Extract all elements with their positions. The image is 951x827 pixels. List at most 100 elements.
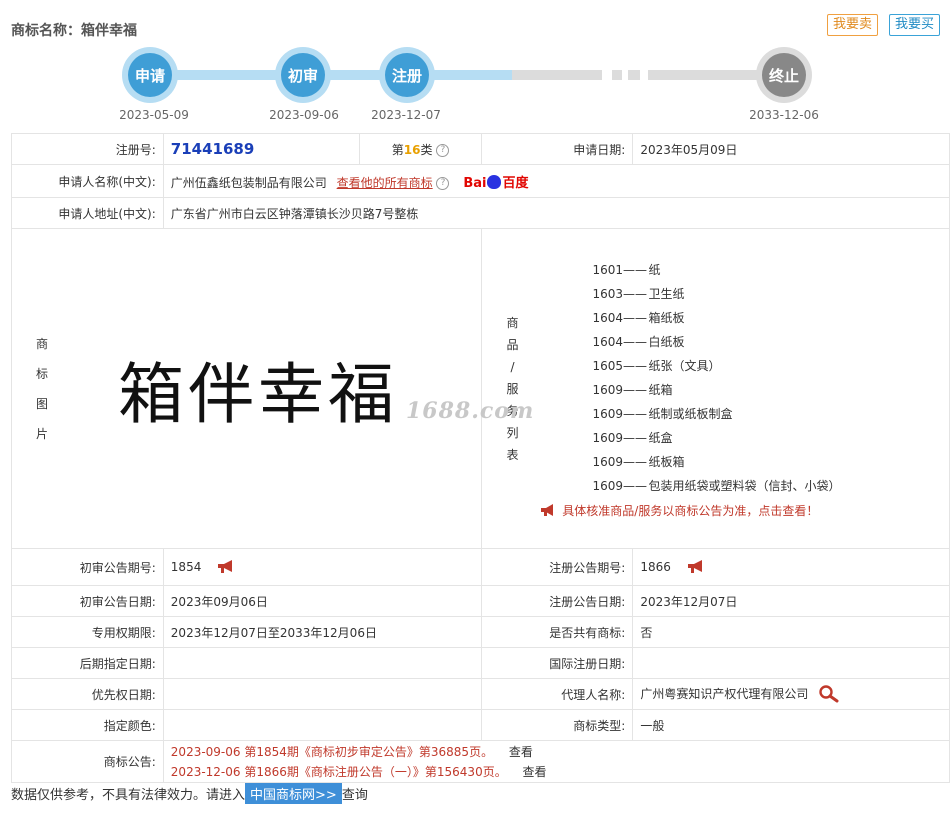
reg-pub-no-cell: 1866 <box>632 548 950 586</box>
priority-date-label: 优先权日期: <box>11 678 164 710</box>
timeline-date: 2033-12-06 <box>749 108 819 122</box>
apply-date-label: 申请日期: <box>481 133 634 165</box>
goods-item: 1604——箱纸板 <box>592 306 840 330</box>
goods-code: 1609—— <box>592 455 648 469</box>
goods-item: 1604——白纸板 <box>592 330 840 354</box>
goods-item: 1609——纸板箱 <box>592 450 840 474</box>
goods-item: 1605——纸张（文具） <box>592 354 840 378</box>
goods-name: 纸制或纸板制盒 <box>648 407 733 421</box>
goods-item: 1601——纸 <box>592 258 840 282</box>
logo-cell: 商 标 图 片 箱伴幸福 <box>10 228 483 549</box>
goods-code: 1601—— <box>592 263 648 277</box>
reg-no-cell: 71441689 <box>162 133 360 165</box>
exclusive-period: 2023年12月07日至2033年12月06日 <box>162 616 483 648</box>
color-value <box>162 709 483 741</box>
help-icon[interactable]: ? <box>436 176 450 190</box>
help-icon[interactable]: ? <box>436 143 450 157</box>
sell-button[interactable]: 我要卖 <box>827 14 879 36</box>
footer-text: 数据仅供参考，不具有法律效力。请进入 <box>11 788 246 803</box>
applicant-name: 广州伍鑫纸包装制品有限公司 <box>170 175 327 190</box>
shared-value: 否 <box>632 616 950 648</box>
color-label: 指定颜色: <box>11 709 164 741</box>
logo-vertical-label: 商 标 图 片 <box>35 336 48 441</box>
agent-cell: 广州粤赛知识产权代理有限公司 <box>632 678 950 710</box>
goods-code: 1605—— <box>592 359 648 373</box>
applicant-trademarks-link[interactable]: 查看他的所有商标 <box>337 176 433 190</box>
goods-code: 1609—— <box>592 479 648 493</box>
timeline-node-prelim: 初审 <box>275 47 331 103</box>
class-suffix: 类 <box>420 142 433 157</box>
megaphone-icon[interactable] <box>217 560 237 574</box>
class-prefix: 第 <box>391 142 404 157</box>
applicant-label: 申请人名称(中文): <box>11 164 164 198</box>
goods-item: 1609——纸制或纸板制盒 <box>592 402 840 426</box>
announcement-item: 2023-09-06 第1854期《商标初步审定公告》第36885页。 查看 <box>171 742 942 762</box>
later-date <box>162 647 483 679</box>
goods-notice[interactable]: 具体核准商品/服务以商标公告为准，点击查看！ <box>540 502 840 519</box>
goods-name: 纸张（文具） <box>648 359 721 373</box>
goods-list: 1601——纸 1603——卫生纸 1604——箱纸板 1604——白纸板 1605——… <box>541 258 840 519</box>
prelim-no: 1854 <box>170 559 202 574</box>
shared-label: 是否共有商标: <box>481 616 634 648</box>
reg-pub-no-label: 注册公告期号: <box>481 548 634 586</box>
view-link[interactable]: 查看 <box>509 745 533 759</box>
timeline-date: 2023-05-09 <box>119 108 189 122</box>
goods-item: 1609——纸箱 <box>592 378 840 402</box>
timeline-node-expire: 终止 <box>756 47 812 103</box>
reg-pub-no: 1866 <box>640 559 671 574</box>
applicant-cell: 广州伍鑫纸包装制品有限公司 查看他的所有商标 ? Bai 百度 <box>162 164 951 198</box>
goods-name: 卫生纸 <box>648 287 685 301</box>
goods-name: 纸板箱 <box>648 455 685 469</box>
timeline-track-dash <box>612 70 622 80</box>
goods-name: 箱纸板 <box>648 311 685 325</box>
goods-cell: 商 品 / 服 务 列 表 1601——纸 1603——卫生纸 1604——箱纸板 1… <box>481 228 950 549</box>
goods-item: 1609——包装用纸袋或塑料袋（信封、小袋） <box>592 474 840 498</box>
goods-item: 1609——纸盒 <box>592 426 840 450</box>
timeline-node-apply: 申请 <box>122 47 178 103</box>
class-cell: 第16类 ? <box>358 133 483 165</box>
goods-code: 1609—— <box>592 431 648 445</box>
reg-pub-date: 2023年12月07日 <box>632 585 950 617</box>
address-label: 申请人地址(中文): <box>11 197 164 229</box>
goods-code: 1604—— <box>592 311 648 325</box>
type-value: 一般 <box>632 709 950 741</box>
type-label: 商标类型: <box>481 709 634 741</box>
goods-code: 1609—— <box>592 383 648 397</box>
prelim-no-label: 初审公告期号: <box>11 548 164 586</box>
exclusive-label: 专用权期限: <box>11 616 164 648</box>
timeline-date: 2023-12-07 <box>371 108 441 122</box>
page-title: 商标名称：箱伴幸福 <box>11 23 137 39</box>
reg-pub-date-label: 注册公告日期: <box>481 585 634 617</box>
view-link[interactable]: 查看 <box>523 765 547 779</box>
prelim-date-label: 初审公告日期: <box>11 585 164 617</box>
trademark-logo-text: 箱伴幸福 <box>118 355 398 433</box>
goods-item: 1603——卫生纸 <box>592 282 840 306</box>
goods-code: 1609—— <box>592 407 648 421</box>
announcement-text: 2023-12-06 第1866期《商标注册公告（一）》第156430页。 <box>170 764 507 779</box>
announcement-item: 2023-12-06 第1866期《商标注册公告（一）》第156430页。 查看 <box>171 762 942 782</box>
agent-label: 代理人名称: <box>481 678 634 710</box>
announcements: 2023-09-06 第1854期《商标初步审定公告》第36885页。 查看 2… <box>162 740 951 783</box>
footer-text-end: 查询 <box>341 788 368 803</box>
cn-trademark-link[interactable]: 中国商标网>> <box>245 783 342 804</box>
announce-label: 商标公告: <box>11 740 164 783</box>
timeline-track-dash <box>628 70 640 80</box>
megaphone-icon[interactable] <box>687 560 707 574</box>
prelim-date: 2023年09月06日 <box>162 585 483 617</box>
timeline-track-pending <box>512 70 602 80</box>
goods-name: 纸 <box>648 263 661 277</box>
goods-name: 纸箱 <box>648 383 673 397</box>
buy-button[interactable]: 我要买 <box>889 14 941 36</box>
timeline-track-done <box>150 70 512 80</box>
goods-vertical-label: 商 品 / 服 务 列 表 <box>506 315 519 462</box>
baidu-paw-icon <box>487 174 502 189</box>
footer: 数据仅供参考，不具有法律效力。请进入 中国商标网>> 查询 <box>11 783 368 804</box>
apply-date: 2023年05月09日 <box>632 133 950 165</box>
baidu-search-logo[interactable]: Bai 百度 <box>463 172 528 191</box>
megaphone-icon <box>541 504 554 516</box>
announcement-text: 2023-09-06 第1854期《商标初步审定公告》第36885页。 <box>170 744 494 759</box>
watermark: 1688.com <box>406 398 535 424</box>
reg-no-label: 注册号: <box>11 133 164 165</box>
search-icon[interactable] <box>818 685 840 703</box>
prelim-no-cell: 1854 <box>162 548 483 586</box>
